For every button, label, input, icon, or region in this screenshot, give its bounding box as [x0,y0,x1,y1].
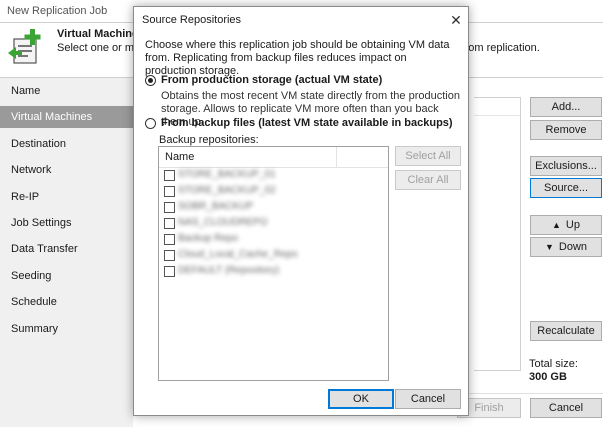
close-icon[interactable]: ✕ [447,11,465,29]
repo-checkbox[interactable] [164,170,175,181]
arrow-up-icon: ▲ [552,220,561,230]
sidebar-item-schedule[interactable]: Schedule [0,291,133,313]
radio-selected-dot [148,78,153,83]
table-row[interactable]: STORE_BACKUP_01 [159,168,388,183]
backup-repositories-label: Backup repositories: [159,134,259,146]
exclusions-button[interactable]: Exclusions... [530,156,602,176]
repo-checkbox[interactable] [164,186,175,197]
sidebar-item-seeding[interactable]: Seeding [0,265,133,287]
vm-list-header [474,97,520,116]
sidebar-item-job-settings[interactable]: Job Settings [0,212,133,234]
repo-name: Backup Repo [178,233,239,244]
table-row[interactable]: DEFAULT (Repository) [159,264,388,279]
add-button[interactable]: Add... [530,97,602,117]
wizard-step-description: Select one or mor [57,42,144,54]
total-size-value: 300 GB [529,371,567,383]
up-button-label: Up [565,219,580,231]
source-repositories-dialog: Source Repositories ✕ Choose where this … [133,6,469,416]
repo-checkbox[interactable] [164,250,175,261]
sidebar-item-re-ip[interactable]: Re-IP [0,186,133,208]
table-row[interactable]: STORE_BACKUP_02 [159,184,388,199]
repo-checkbox[interactable] [164,202,175,213]
remove-button[interactable]: Remove [530,120,602,140]
repo-checkbox[interactable] [164,266,175,277]
sidebar-item-virtual-machines[interactable]: Virtual Machines [0,106,133,128]
dialog-title: Source Repositories [142,14,242,26]
dialog-cancel-button[interactable]: Cancel [395,389,461,409]
option-backup-files[interactable]: From backup files (latest VM state avail… [145,117,455,131]
up-button[interactable]: ▲ Up [530,215,602,235]
sidebar-item-destination[interactable]: Destination [0,133,133,155]
wizard-cancel-button[interactable]: Cancel [530,398,602,418]
dialog-titlebar: Source Repositories ✕ [134,7,468,33]
source-button[interactable]: Source... [530,178,602,198]
repo-name: NAS_CLOUDREPO [178,217,268,228]
repo-name: STORE_BACKUP_02 [178,185,276,196]
repo-checkbox[interactable] [164,234,175,245]
repo-name: STORE_BACKUP_01 [178,169,276,180]
wizard-step-title: Virtual Machines [57,28,145,40]
repo-name: SOBR_BACKUP [178,201,254,212]
down-button[interactable]: ▼ Down [530,237,602,257]
ok-button[interactable]: OK [328,389,394,409]
option-production-storage[interactable]: From production storage (actual VM state… [145,74,455,88]
clear-all-button[interactable]: Clear All [395,170,461,190]
table-row[interactable]: Backup Repo [159,232,388,247]
repo-name: DEFAULT (Repository) [178,265,280,276]
option-backup-files-label: From backup files (latest VM state avail… [161,117,453,129]
add-replication-job-icon [8,29,41,64]
option-production-storage-label: From production storage (actual VM state… [161,74,383,86]
repositories-table-header: Name [159,147,388,168]
column-separator [336,147,337,167]
sidebar-item-network[interactable]: Network [0,159,133,181]
radio-production-storage[interactable] [145,75,156,86]
arrow-down-icon: ▼ [544,242,554,252]
table-row[interactable]: Cloud_Local_Cache_Repo [159,248,388,263]
repo-checkbox[interactable] [164,218,175,229]
repositories-table[interactable]: Name STORE_BACKUP_01 STORE_BACKUP_02 SOB… [158,146,389,381]
recalculate-button[interactable]: Recalculate [530,321,602,341]
select-all-button[interactable]: Select All [395,146,461,166]
table-row[interactable]: NAS_CLOUDREPO [159,216,388,231]
wizard-steps-sidebar: Name Virtual Machines Destination Networ… [0,78,133,427]
repo-name: Cloud_Local_Cache_Repo [178,249,298,260]
table-row[interactable]: SOBR_BACKUP [159,200,388,215]
radio-backup-files[interactable] [145,118,156,129]
vm-list[interactable] [474,97,521,371]
down-button-label: Down [558,241,588,253]
column-header-name[interactable]: Name [165,151,194,163]
window-title: New Replication Job [7,5,108,17]
sidebar-item-data-transfer[interactable]: Data Transfer [0,238,133,260]
sidebar-item-name[interactable]: Name [0,80,133,102]
sidebar-item-summary[interactable]: Summary [0,318,133,340]
dialog-intro-text: Choose where this replication job should… [145,39,450,77]
total-size-label: Total size: [529,358,578,370]
